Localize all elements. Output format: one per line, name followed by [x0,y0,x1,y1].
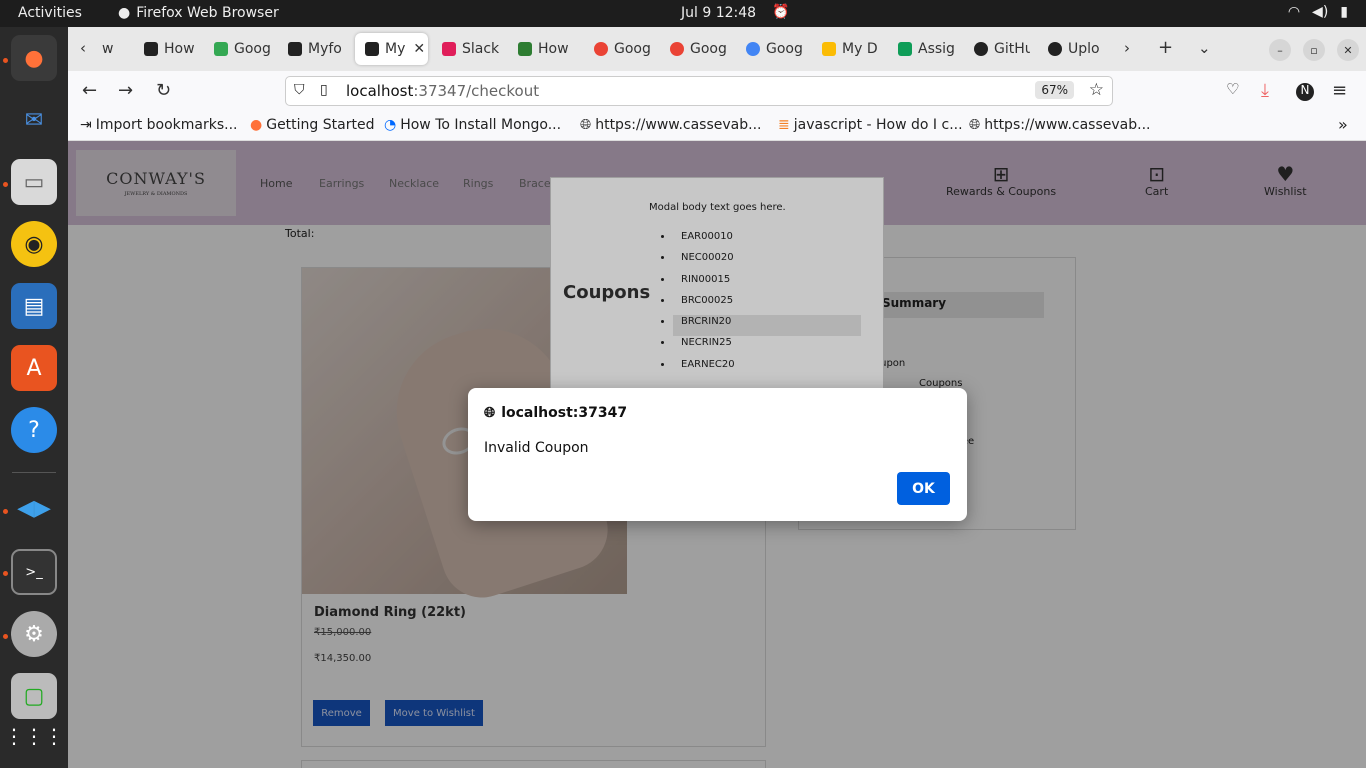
dock-separator [12,472,56,473]
globe-icon: 🌐︎ [580,117,592,133]
tab-8[interactable]: Goog [660,33,726,65]
tab-scroll-left-icon[interactable]: ‹ [80,39,86,57]
bookmark-cassevab-1[interactable]: 🌐︎ https://www.cassevab... [580,117,761,133]
new-tab-icon[interactable]: + [1158,37,1173,58]
stackoverflow-icon: ≣ [778,117,790,133]
bookmark-star-icon[interactable]: ☆ [1089,80,1104,100]
maximize-icon[interactable]: ▫ [1303,39,1325,61]
bookmarks-bar: ⇥ Import bookmarks... ● Getting Started ◔ H… [68,111,1366,141]
bookmark-import[interactable]: ⇥ Import bookmarks... [80,117,238,133]
browser-nav-bar: ← → ↻ ⛉ ▯ localhost:37347/checkout 67% ☆… [68,71,1366,111]
tab-favicon [746,42,760,56]
tab-2[interactable]: Goog [204,33,270,65]
tab-close-icon[interactable]: ✕ [413,41,425,57]
close-window-icon[interactable]: ✕ [1337,39,1359,61]
browser-tab-bar: ‹ w How Goog Myfo My ✕ Slack How Goog Goo… [68,27,1366,71]
vscode-dock-icon[interactable]: ◀▶ [11,485,57,531]
settings-dock-icon[interactable]: ⚙ [11,611,57,657]
tab-scroll-right-icon[interactable]: › [1124,39,1130,57]
zoom-level[interactable]: 67% [1035,81,1074,99]
digitalocean-icon: ◔ [384,117,397,133]
tab-11[interactable]: Assig [888,33,954,65]
writer-dock-icon[interactable]: ▤ [11,283,57,329]
more-bookmarks-icon[interactable]: » [1338,115,1348,134]
running-indicator [3,509,8,514]
ok-button[interactable]: OK [897,472,950,505]
rhythmbox-dock-icon[interactable]: ◉ [11,221,57,267]
alert-dialog: 🌐︎ localhost:37347 Invalid Coupon OK [468,388,967,521]
reload-icon[interactable]: ↻ [156,80,171,101]
account-avatar[interactable]: N [1296,83,1314,101]
tab-6[interactable]: How [508,33,574,65]
tab-favicon [670,42,684,56]
battery-icon: ▮ [1340,4,1348,20]
alert-message: Invalid Coupon [484,440,589,456]
firefox-dock-icon[interactable]: ● [11,35,57,81]
tab-10[interactable]: My D [812,33,878,65]
tab-favicon [974,42,988,56]
globe-icon: 🌐︎ [484,405,496,421]
tab-favicon [288,42,302,56]
clock[interactable]: Jul 9 12:48 [681,5,756,21]
tab-favicon [365,42,379,56]
terminal-dock-icon[interactable]: >_ [11,549,57,595]
tab-4-active[interactable]: My ✕ [355,33,428,65]
tab-3[interactable]: Myfo [278,33,344,65]
list-tabs-icon[interactable]: ⌄ [1198,39,1211,57]
running-indicator [3,634,8,639]
thunderbird-dock-icon[interactable]: ✉ [11,97,57,143]
import-icon: ⇥ [80,117,92,133]
system-top-bar: Activities ● Firefox Web Browser Jul 9 12… [0,0,1366,27]
tab-5[interactable]: Slack [432,33,504,65]
firefox-icon: ● [250,117,263,133]
tab-favicon [518,42,532,56]
tab-1[interactable]: How [134,33,196,65]
menu-icon[interactable]: ≡ [1332,80,1347,101]
bookmark-mongo[interactable]: ◔ How To Install Mongo... [384,117,561,133]
tab-0[interactable]: w [92,33,122,65]
tab-13[interactable]: Uplo [1038,33,1104,65]
url-text[interactable]: localhost:37347/checkout [346,82,539,100]
activities-button[interactable]: Activities [18,5,82,21]
show-apps-icon[interactable]: ⋮⋮⋮ [4,713,64,759]
running-indicator [3,182,8,187]
tab-12[interactable]: GitHu [964,33,1030,65]
tab-favicon [144,42,158,56]
tab-favicon [822,42,836,56]
tab-favicon [898,42,912,56]
running-indicator [3,58,8,63]
back-icon[interactable]: ← [82,80,97,101]
globe-icon: 🌐︎ [969,117,981,133]
forward-icon[interactable]: → [118,80,133,101]
tab-favicon [214,42,228,56]
page-icon[interactable]: ▯ [320,82,328,98]
system-status-area[interactable]: ◠ ◀) ▮ [1288,4,1348,20]
tab-9[interactable]: Goog [736,33,802,65]
bookmark-cassevab-2[interactable]: 🌐︎ https://www.cassevab... [969,117,1150,133]
alert-origin: 🌐︎ localhost:37347 [484,405,628,421]
tab-favicon [442,42,456,56]
app-name: Firefox Web Browser [136,5,279,21]
wifi-icon: ◠ [1287,4,1301,20]
help-dock-icon[interactable]: ? [11,407,57,453]
url-bar[interactable]: ⛉ ▯ localhost:37347/checkout 67% ☆ [285,76,1113,106]
tab-7[interactable]: Goog [584,33,650,65]
shield-icon[interactable]: ⛉ [294,82,305,98]
running-indicator [3,571,8,576]
tab-favicon [1048,42,1062,56]
volume-icon: ◀) [1312,4,1329,20]
downloads-icon[interactable]: ⤓ [1261,80,1269,101]
tab-favicon [594,42,608,56]
files-dock-icon[interactable]: ▭ [11,159,57,205]
pocket-icon[interactable]: ♡ [1226,80,1239,98]
alarm-icon: ⏰ [772,4,790,20]
minimize-icon[interactable]: – [1269,39,1291,61]
dock: ● ✉ ▭ ◉ ▤ A ? ◀▶ >_ ⚙ ▢ ⋮⋮⋮ [0,27,68,768]
app-center-dock-icon[interactable]: A [11,345,57,391]
firefox-icon: ● [118,5,131,21]
app-menu[interactable]: ● Firefox Web Browser [118,5,279,21]
bookmark-stackoverflow[interactable]: ≣ javascript - How do I c... [778,117,963,133]
bookmark-getting-started[interactable]: ● Getting Started [250,117,374,133]
